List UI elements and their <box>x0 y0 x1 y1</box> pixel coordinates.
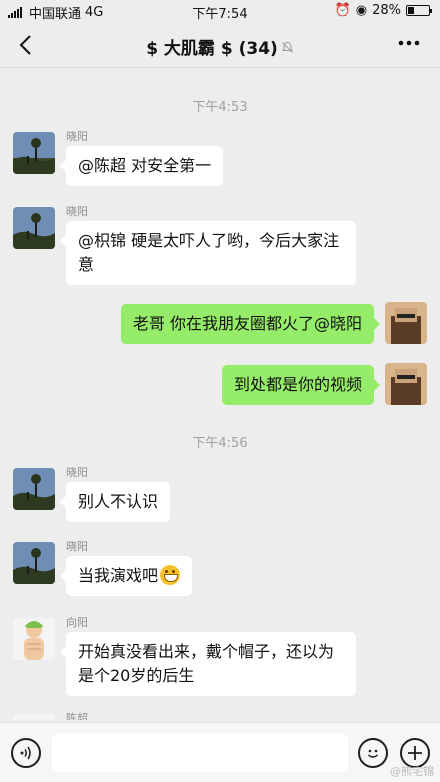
sender-name: 向阳 <box>66 616 88 629</box>
voice-button[interactable] <box>11 738 41 768</box>
sender-name: 晓阳 <box>66 130 88 143</box>
message-bubble[interactable]: 老哥 你在我朋友圈都火了@晓阳 <box>120 304 381 344</box>
message-bubble[interactable]: 开始真没看出来，戴个帽子，还以为是个20岁的后生 <box>60 632 356 696</box>
message-input[interactable] <box>52 734 348 772</box>
message-bubble[interactable]: 到处都是你的视频 <box>221 365 381 405</box>
chat-header: $ 大肌霸 $ (34) <box>0 22 440 68</box>
battery-percent: 28% <box>372 3 401 18</box>
watermark: @熊宅锦 <box>390 765 434 778</box>
chat-title: $ 大肌霸 $ (34) <box>146 39 278 59</box>
chat-area[interactable]: 下午4:53 晓阳 @陈超 对安全第一 晓阳 @枳锦 硬是太吓人了哟，今后大家注… <box>0 68 440 720</box>
avatar[interactable] <box>385 302 427 344</box>
battery-icon <box>406 5 432 16</box>
sender-name: 陈超 <box>66 712 88 720</box>
sender-name: 晓阳 <box>66 466 88 479</box>
emoji-icon <box>368 749 378 758</box>
voice-icon <box>20 746 31 760</box>
message-bubble[interactable]: 别人不认识 <box>59 482 171 522</box>
sender-name: 晓阳 <box>66 205 88 218</box>
emoji-button[interactable] <box>358 738 388 768</box>
message-bubble[interactable]: @陈超 对安全第一 <box>59 146 224 186</box>
plus-icon <box>408 746 422 760</box>
sender-name: 晓阳 <box>66 540 88 553</box>
chat-title-wrap: $ 大肌霸 $ (34) <box>0 34 440 59</box>
avatar[interactable] <box>13 714 55 720</box>
more-dots-icon <box>398 40 420 46</box>
timestamp: 下午4:56 <box>192 436 248 451</box>
message-text: 当我演戏吧 <box>78 566 159 585</box>
status-right: ⏰ ◉ 28% <box>334 3 432 18</box>
alarm-icon: ⏰ <box>334 3 351 18</box>
grin-emoji-icon <box>160 565 181 585</box>
avatar[interactable] <box>13 207 55 249</box>
bell-muted-icon <box>281 41 294 57</box>
message-bubble[interactable]: @枳锦 硬是太吓人了哟，今后大家注意 <box>60 221 356 285</box>
avatar[interactable] <box>13 132 55 174</box>
message-bubble[interactable]: 当我演戏吧 <box>59 556 193 596</box>
avatar[interactable] <box>13 468 55 510</box>
more-button[interactable] <box>396 30 422 62</box>
avatar[interactable] <box>13 542 55 584</box>
timestamp: 下午4:53 <box>192 100 248 115</box>
lock-rotation-icon: ◉ <box>355 3 368 18</box>
avatar[interactable] <box>385 363 427 405</box>
avatar[interactable] <box>13 618 55 660</box>
input-bar <box>0 722 440 782</box>
status-bar: 中国联通 4G 下午7:54 ⏰ ◉ 28% <box>0 0 440 22</box>
